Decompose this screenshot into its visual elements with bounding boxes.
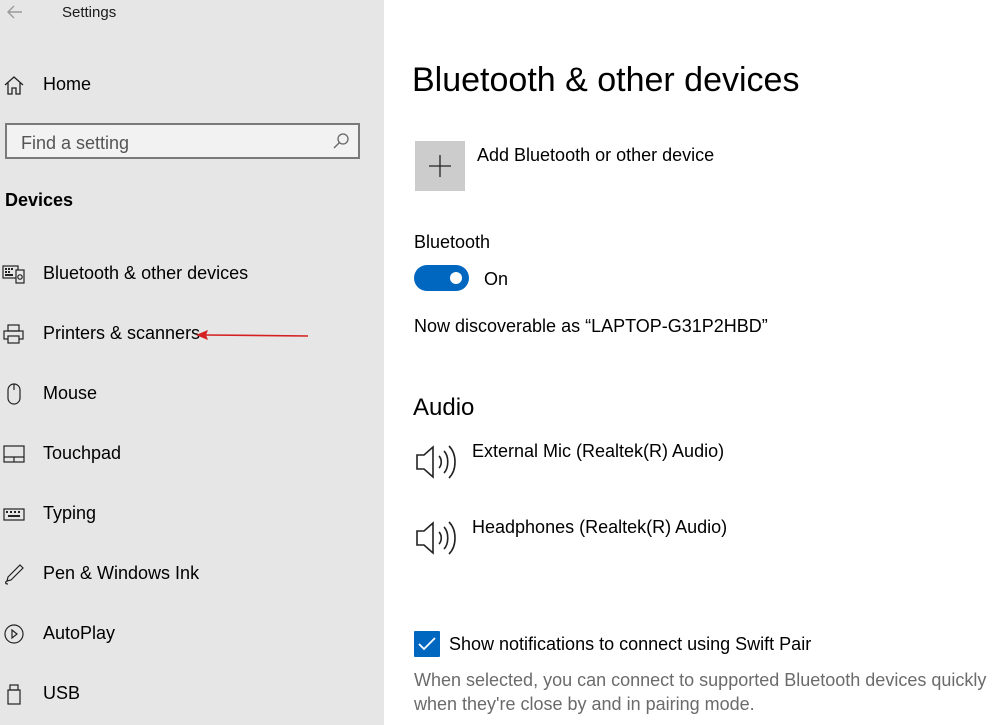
toggle-knob: [450, 272, 462, 284]
sidebar: Settings Home Devices: [0, 0, 384, 725]
home-label: Home: [43, 74, 92, 94]
sidebar-item-label: Bluetooth & other devices: [43, 263, 249, 283]
swift-pair-description: When selected, you can connect to suppor…: [414, 670, 987, 714]
sidebar-item-label: Touchpad: [43, 443, 122, 463]
add-device-button[interactable]: [415, 141, 465, 191]
discoverable-text: Now discoverable as “LAPTOP-G31P2HBD”: [414, 316, 768, 336]
search-input[interactable]: [19, 130, 323, 156]
main-content: Bluetooth & other devices Add Bluetooth …: [384, 0, 1006, 725]
sidebar-item-label: AutoPlay: [43, 623, 116, 643]
sidebar-item-label: Typing: [43, 503, 97, 523]
audio-device-item[interactable]: Headphones (Realtek(R) Audio): [414, 517, 974, 567]
add-device-label[interactable]: Add Bluetooth or other device: [477, 145, 714, 166]
bluetooth-state: On: [484, 269, 509, 289]
page-title: Bluetooth & other devices: [412, 61, 800, 99]
sidebar-item-usb[interactable]: USB: [0, 674, 384, 714]
audio-device-name: External Mic (Realtek(R) Audio): [472, 441, 725, 461]
checkmark-icon: [418, 637, 436, 651]
autoplay-icon: [2, 623, 26, 645]
audio-heading: Audio: [413, 394, 475, 421]
sidebar-item-label: Mouse: [43, 383, 98, 403]
sidebar-item-mouse[interactable]: Mouse: [0, 374, 384, 414]
touchpad-icon: [2, 443, 26, 465]
swift-pair-label[interactable]: Show notifications to connect using Swif…: [449, 634, 811, 655]
bluetooth-toggle[interactable]: [414, 265, 469, 291]
search-box[interactable]: [5, 123, 360, 159]
search-icon[interactable]: [332, 132, 350, 150]
sidebar-item-label: Printers & scanners: [43, 323, 201, 343]
sidebar-item-touchpad[interactable]: Touchpad: [0, 434, 384, 474]
sidebar-item-printers[interactable]: Printers & scanners: [0, 314, 384, 354]
sidebar-item-pen[interactable]: Pen & Windows Ink: [0, 554, 384, 594]
back-button[interactable]: [4, 2, 26, 22]
annotation-arrow: [196, 330, 309, 340]
audio-device-name: Headphones (Realtek(R) Audio): [472, 517, 728, 537]
bluetooth-devices-icon: [2, 263, 26, 285]
swift-pair-checkbox[interactable]: [414, 631, 440, 657]
app-title: Settings: [62, 4, 117, 21]
speaker-icon: [414, 441, 460, 483]
sidebar-item-bluetooth[interactable]: Bluetooth & other devices: [0, 254, 384, 294]
section-heading: Devices: [5, 190, 74, 210]
sidebar-item-autoplay[interactable]: AutoPlay: [0, 614, 384, 654]
sidebar-item-typing[interactable]: Typing: [0, 494, 384, 534]
audio-device-item[interactable]: External Mic (Realtek(R) Audio): [414, 441, 974, 491]
back-arrow-icon: [7, 5, 22, 19]
sidebar-item-label: USB: [43, 683, 81, 703]
title-bar: Settings: [0, 0, 384, 28]
keyboard-icon: [2, 503, 26, 525]
plus-icon: [429, 155, 451, 177]
bluetooth-label: Bluetooth: [414, 232, 491, 252]
mouse-icon: [2, 383, 26, 405]
home-link[interactable]: Home: [0, 68, 384, 102]
printer-icon: [2, 323, 26, 345]
usb-icon: [2, 683, 26, 705]
speaker-icon: [414, 517, 460, 559]
home-icon: [3, 74, 25, 96]
sidebar-item-label: Pen & Windows Ink: [43, 563, 200, 583]
pen-icon: [2, 563, 26, 585]
